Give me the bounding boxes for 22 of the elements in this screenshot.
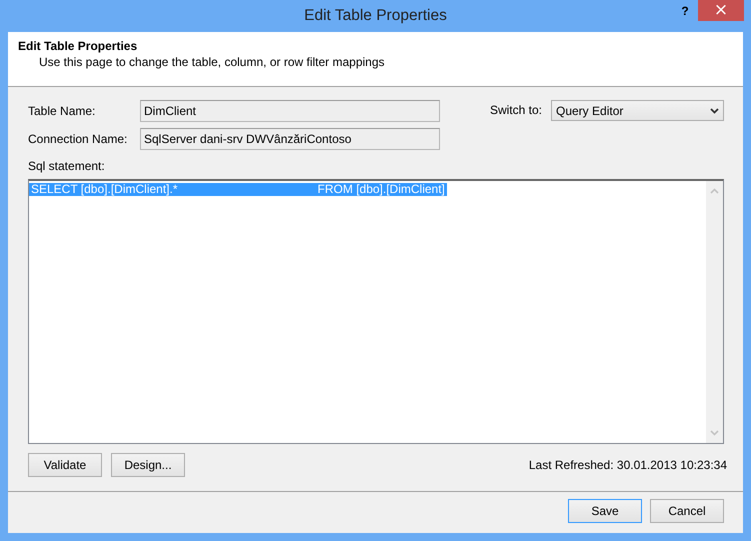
readonly-field[interactable]: DimClient: [140, 100, 440, 122]
dialog-button[interactable]: Save: [568, 498, 642, 522]
scrollbar[interactable]: [706, 181, 723, 443]
page-description: Use this page to change the table, column, or row filter mappings: [38, 55, 386, 69]
field-label: Table Name:: [28, 104, 96, 118]
last-refreshed-text: Last Refreshed: 30.01.2013 10:23:34: [528, 458, 727, 472]
field-label: Connection Name:: [28, 132, 128, 146]
switch-dropdown[interactable]: Query Editor: [551, 100, 724, 121]
sql-label: Sql statement:: [28, 159, 106, 175]
switch-label: Switch to:: [490, 102, 542, 119]
action-button[interactable]: Design...: [111, 453, 185, 477]
action-button[interactable]: Validate: [28, 453, 102, 477]
page-title: Edit Table Properties: [18, 39, 138, 53]
readonly-field[interactable]: SqlServer dani-srv DWVânzăriContoso: [140, 128, 440, 150]
window-title: Edit Table Properties: [304, 7, 447, 25]
scroll-down-icon[interactable]: [710, 430, 719, 436]
close-button[interactable]: ×: [698, 0, 744, 21]
caret-icon: [710, 108, 719, 114]
dialog-button[interactable]: Cancel: [650, 498, 724, 522]
sql-text: SELECT [dbo].[DimClient].* FROM [dbo].[DimClient]: [29, 183, 447, 196]
help-button[interactable]: ?: [672, 0, 698, 21]
scroll-up-icon[interactable]: [710, 188, 719, 194]
